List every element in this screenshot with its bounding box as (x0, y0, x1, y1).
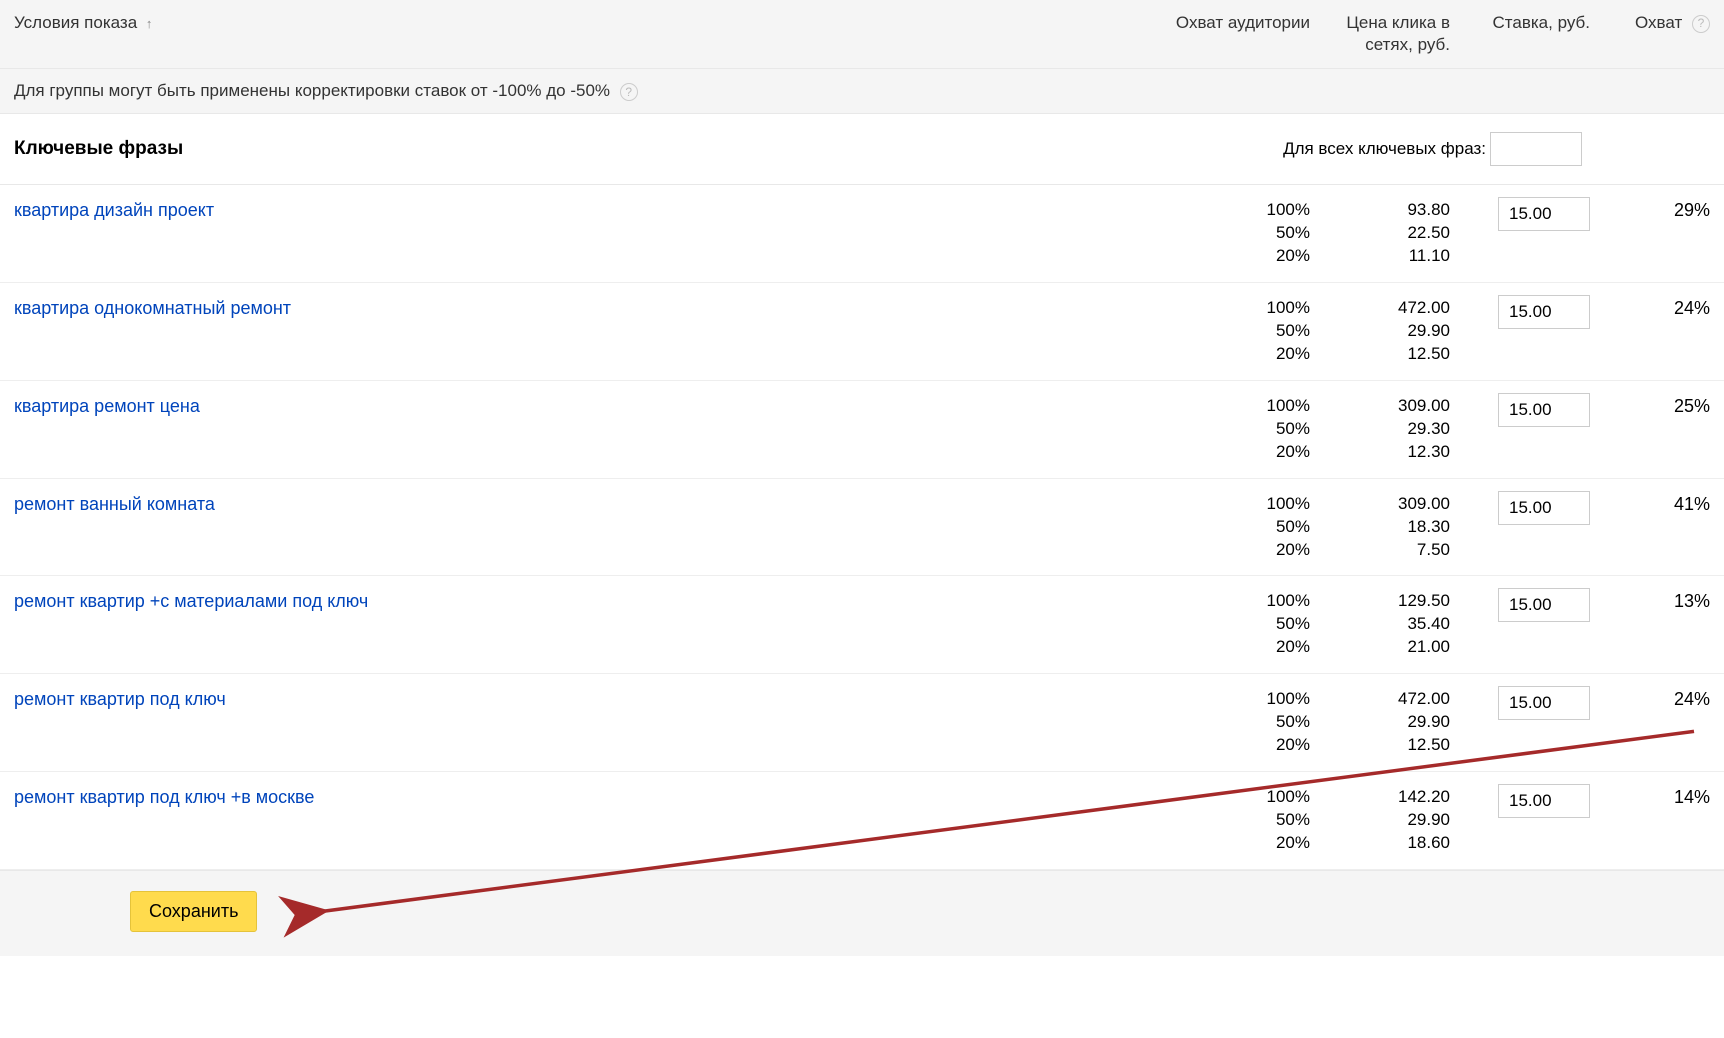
reach-value: 24% (1590, 297, 1710, 320)
bid-cell (1450, 590, 1590, 622)
reach-value: 29% (1590, 199, 1710, 222)
keywords-title: Ключевые фразы (14, 138, 1283, 160)
bid-cell (1450, 493, 1590, 525)
reach-value: 41% (1590, 493, 1710, 516)
click-price-values: 129.5035.4021.00 (1310, 590, 1450, 659)
bid-input[interactable] (1498, 686, 1590, 720)
click-price-values: 472.0029.9012.50 (1310, 688, 1450, 757)
header-reach-label: Охват (1635, 13, 1682, 32)
keyword-link[interactable]: ремонт квартир под ключ (14, 688, 1170, 711)
audience-reach-values: 100%50%20% (1170, 395, 1310, 464)
bid-input[interactable] (1498, 295, 1590, 329)
click-price-values: 309.0018.307.50 (1310, 493, 1450, 562)
click-price-values: 93.8022.5011.10 (1310, 199, 1450, 268)
bid-cell (1450, 199, 1590, 231)
header-reach[interactable]: Охват ? (1590, 12, 1710, 34)
audience-reach-values: 100%50%20% (1170, 786, 1310, 855)
bid-cell (1450, 297, 1590, 329)
audience-reach-values: 100%50%20% (1170, 493, 1310, 562)
reach-value: 24% (1590, 688, 1710, 711)
bid-cell (1450, 395, 1590, 427)
keyword-link[interactable]: квартира однокомнатный ремонт (14, 297, 1170, 320)
click-price-values: 142.2029.9018.60 (1310, 786, 1450, 855)
keyword-row: квартира однокомнатный ремонт100%50%20%4… (0, 283, 1724, 381)
audience-reach-values: 100%50%20% (1170, 688, 1310, 757)
header-audience-reach[interactable]: Охват аудитории (1170, 12, 1310, 34)
audience-reach-values: 100%50%20% (1170, 590, 1310, 659)
keyword-link[interactable]: ремонт ванный комната (14, 493, 1170, 516)
header-click-price[interactable]: Цена клика в сетях, руб. (1310, 12, 1450, 56)
audience-reach-values: 100%50%20% (1170, 199, 1310, 268)
all-bids-input[interactable] (1490, 132, 1582, 166)
all-bids-label: Для всех ключевых фраз: (1283, 139, 1486, 159)
click-price-values: 472.0029.9012.50 (1310, 297, 1450, 366)
bid-input[interactable] (1498, 588, 1590, 622)
reach-value: 14% (1590, 786, 1710, 809)
audience-reach-values: 100%50%20% (1170, 297, 1310, 366)
reach-value: 25% (1590, 395, 1710, 418)
footer: Сохранить (0, 870, 1724, 956)
bid-input[interactable] (1498, 491, 1590, 525)
keyword-link[interactable]: ремонт квартир под ключ +в москве (14, 786, 1170, 809)
bid-cell (1450, 786, 1590, 818)
keyword-link[interactable]: ремонт квартир +с материалами под ключ (14, 590, 1170, 613)
keyword-row: квартира ремонт цена100%50%20%309.0029.3… (0, 381, 1724, 479)
keyword-row: ремонт ванный комната100%50%20%309.0018.… (0, 479, 1724, 577)
correction-notice: Для группы могут быть применены корректи… (0, 69, 1724, 114)
keyword-link[interactable]: квартира ремонт цена (14, 395, 1170, 418)
save-button[interactable]: Сохранить (130, 891, 257, 932)
reach-value: 13% (1590, 590, 1710, 613)
keyword-row: ремонт квартир под ключ100%50%20%472.002… (0, 674, 1724, 772)
correction-notice-text: Для группы могут быть применены корректи… (14, 81, 610, 100)
keyword-row: квартира дизайн проект100%50%20%93.8022.… (0, 185, 1724, 283)
header-conditions[interactable]: Условия показа ↑ (14, 12, 1170, 34)
header-conditions-label: Условия показа (14, 13, 137, 32)
bid-input[interactable] (1498, 197, 1590, 231)
table-header: Условия показа ↑ Охват аудитории Цена кл… (0, 0, 1724, 69)
keyword-row: ремонт квартир +с материалами под ключ10… (0, 576, 1724, 674)
bid-input[interactable] (1498, 784, 1590, 818)
help-icon[interactable]: ? (620, 83, 638, 101)
bid-cell (1450, 688, 1590, 720)
header-bid[interactable]: Ставка, руб. (1450, 12, 1590, 34)
keyword-link[interactable]: квартира дизайн проект (14, 199, 1170, 222)
keywords-section-header: Ключевые фразы Для всех ключевых фраз: (0, 114, 1724, 185)
help-icon[interactable]: ? (1692, 15, 1710, 33)
keyword-row: ремонт квартир под ключ +в москве100%50%… (0, 772, 1724, 870)
sort-ascending-icon: ↑ (146, 16, 153, 31)
click-price-values: 309.0029.3012.30 (1310, 395, 1450, 464)
bid-input[interactable] (1498, 393, 1590, 427)
